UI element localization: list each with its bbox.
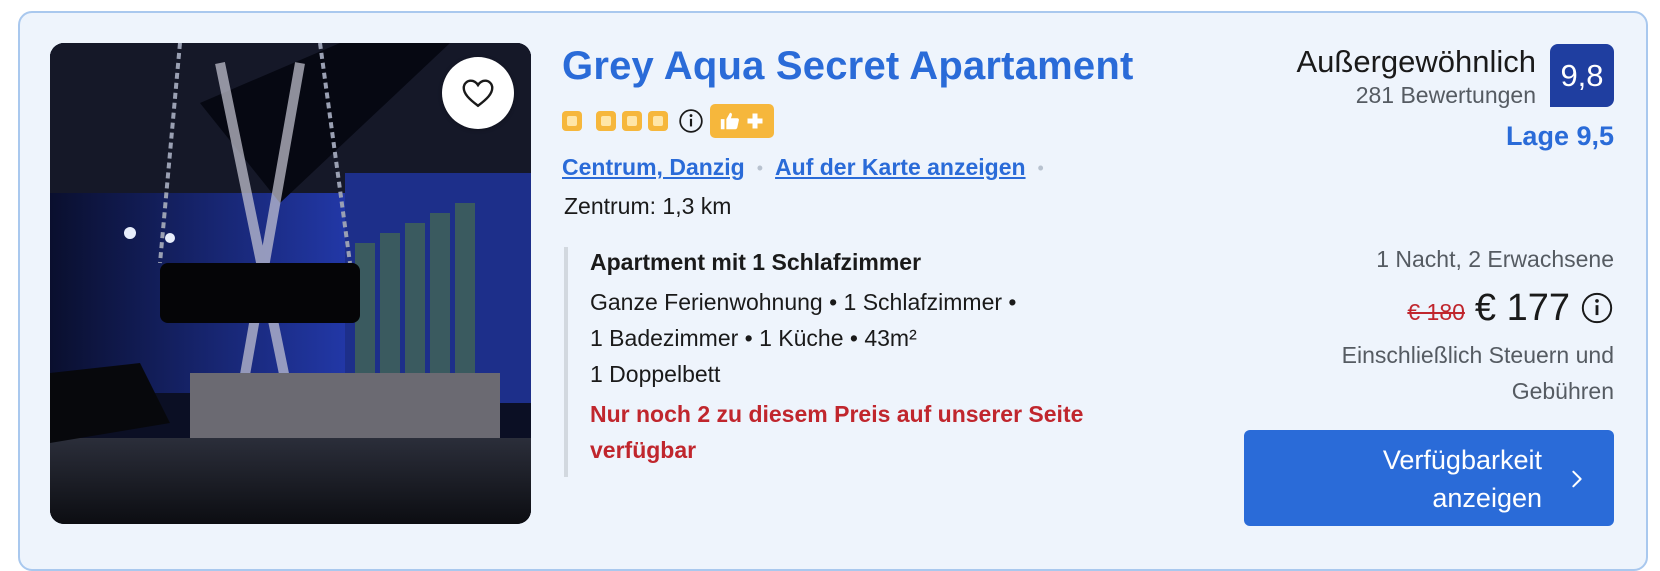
urgency-line: verfügbar [590, 437, 697, 463]
room-info: Apartment mit 1 Schlafzimmer Ganze Ferie… [564, 247, 1164, 477]
info-icon[interactable] [1580, 291, 1614, 325]
favorite-button[interactable] [442, 57, 514, 129]
current-price: € 177 [1474, 286, 1570, 329]
location-score[interactable]: Lage 9,5 [1506, 121, 1614, 152]
cta-label: Verfügbarkeit anzeigen [1282, 441, 1542, 517]
room-details-line: Ganze Ferienwohnung • 1 Schlafzimmer • [590, 289, 1017, 315]
cta-label-line: anzeigen [1432, 483, 1542, 513]
cta-label-line: Verfügbarkeit [1382, 445, 1542, 475]
taxes-note: Einschließlich Steuern und Gebühren [1294, 337, 1614, 409]
taxes-line: Gebühren [1511, 378, 1614, 404]
urgency-line: Nur noch 2 zu diesem Preis auf unserer S… [590, 401, 1084, 427]
show-on-map-link[interactable]: Auf der Karte anzeigen [775, 154, 1026, 180]
room-beds: 1 Doppelbett [590, 361, 721, 387]
star-icon [622, 111, 642, 131]
separator-dot: • [756, 158, 764, 179]
heart-icon [462, 79, 494, 108]
preferred-partner-badge[interactable] [710, 104, 774, 138]
urgency-message: Nur noch 2 zu diesem Preis auf unserer S… [590, 396, 1164, 468]
star-rating [562, 104, 774, 138]
star-icon [648, 111, 668, 131]
info-icon[interactable] [678, 108, 704, 134]
rating-word[interactable]: Außergewöhnlich [1296, 44, 1536, 80]
location-link[interactable]: Centrum, Danzig [562, 154, 745, 180]
show-availability-button[interactable]: Verfügbarkeit anzeigen [1244, 430, 1614, 526]
review-count[interactable]: 281 Bewertungen [1356, 82, 1536, 109]
taxes-line: Einschließlich Steuern und [1341, 342, 1614, 368]
review-score-badge[interactable]: 9,8 [1550, 44, 1614, 107]
room-details-line: 1 Badezimmer • 1 Küche • 43m² [590, 325, 917, 351]
chevron-right-icon [1572, 470, 1582, 488]
star-icon [596, 111, 616, 131]
stay-summary: 1 Nacht, 2 Erwachsene [1376, 246, 1614, 272]
room-title: Apartment mit 1 Schlafzimmer [590, 249, 922, 275]
plus-icon [747, 113, 763, 129]
location-row: Centrum, Danzig • Auf der Karte anzeigen • [562, 154, 1056, 181]
property-title[interactable]: Grey Aqua Secret Apartament [562, 44, 1134, 89]
separator-dot: • [1037, 158, 1044, 179]
distance-to-center: Zentrum: 1,3 km [564, 193, 732, 219]
star-icon [562, 111, 582, 131]
thumbs-up-icon [720, 112, 739, 130]
price-row: € 180 € 177 [1407, 284, 1614, 332]
original-price: € 180 [1407, 298, 1465, 325]
